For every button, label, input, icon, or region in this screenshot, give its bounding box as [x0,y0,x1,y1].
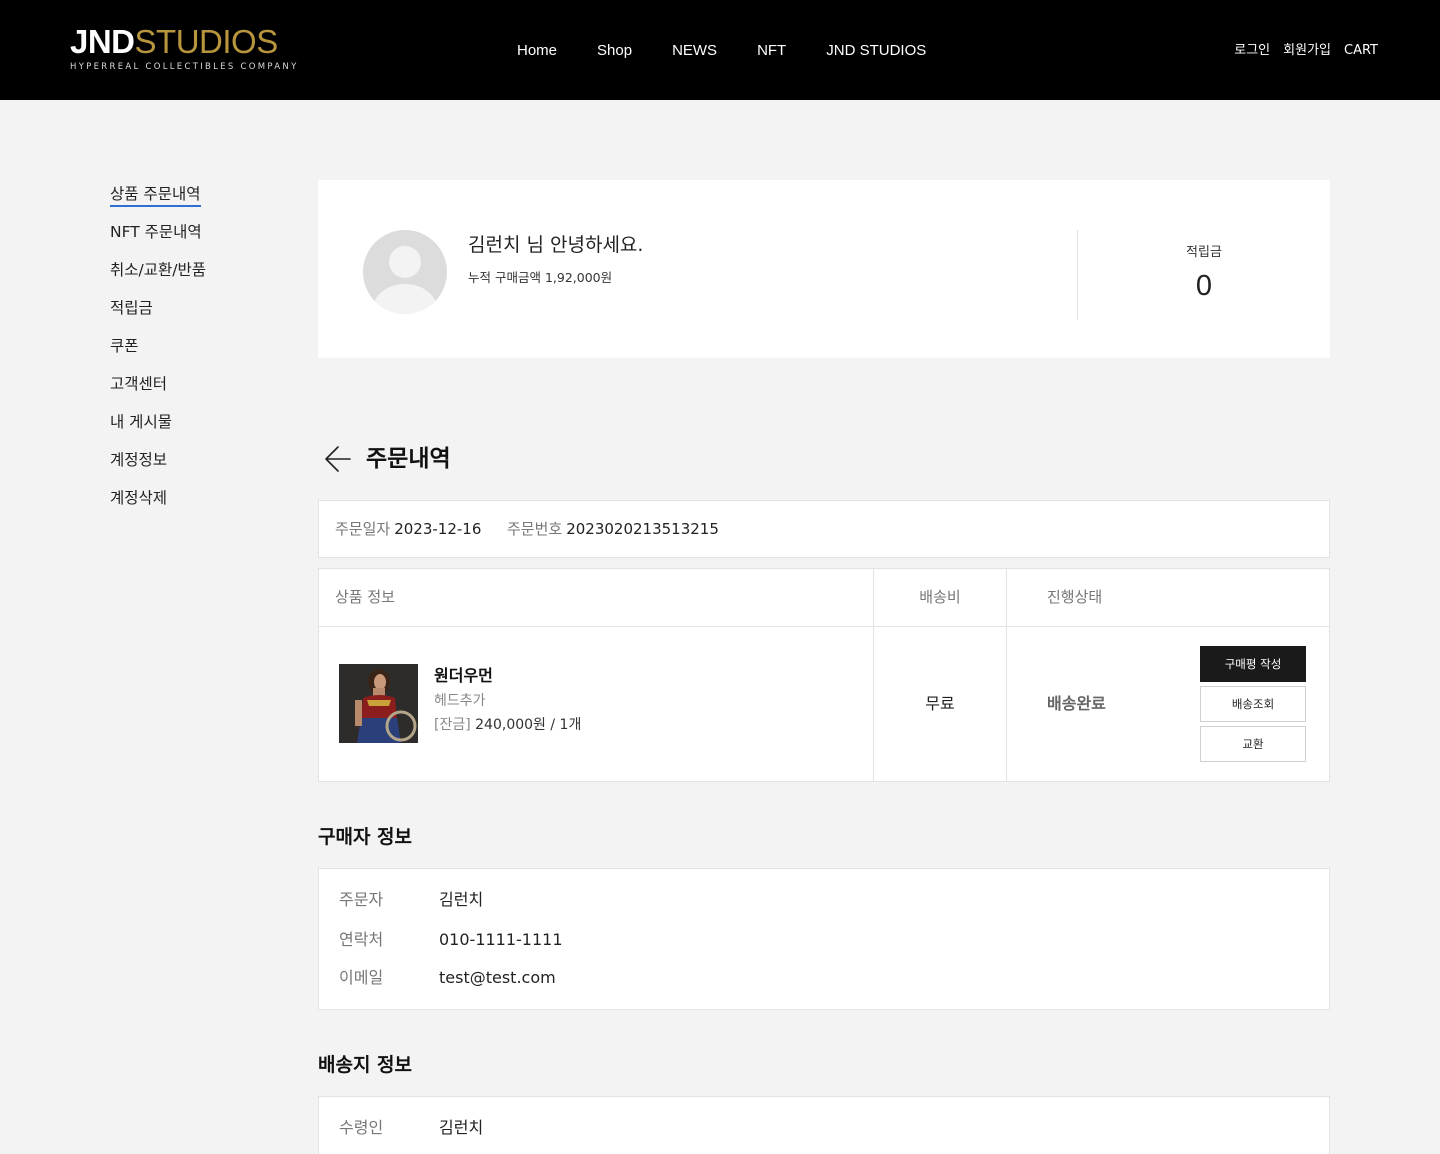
sidebar-item-label: 계정정보 [110,451,168,469]
sidebar-item-customer-center[interactable]: 고객센터 [110,372,206,410]
logo-jnd: JND [70,23,135,60]
shipping-value: 김런치 [439,1118,484,1137]
order-number-label: 주문번호 [507,520,563,538]
sidebar-item-label: 쿠폰 [110,337,139,355]
product-figure-image [339,664,418,743]
buyer-row-email: 이메일 test@test.com [339,966,556,990]
greeting-text: 김런치 님 안녕하세요. [468,234,644,256]
avatar-head [389,246,421,278]
order-items-table: 상품 정보 배송비 진행상태 원더우먼 헤드추가 [잔금] 240,000원 /… [318,568,1330,782]
column-header-product-info: 상품 정보 [335,588,395,606]
shipping-fee: 무료 [925,694,955,713]
main-nav: Home Shop NEWS NFT JND STUDIOS [517,41,966,61]
order-date-label: 주문일자 [335,520,391,538]
buyer-label: 연락처 [339,930,384,949]
page-title: 주문내역 [366,446,451,472]
column-header-status: 진행상태 [1047,588,1103,606]
write-review-button[interactable]: 구매평 작성 [1200,646,1306,682]
sidebar-item-points[interactable]: 적립금 [110,296,206,334]
product-name[interactable]: 원더우먼 [434,665,493,687]
order-number: 주문번호 2023020213513215 [507,518,719,540]
column-divider [1006,569,1007,781]
sidebar-item-nft-orders[interactable]: NFT 주문내역 [110,220,206,258]
avatar [363,230,447,314]
login-link[interactable]: 로그인 [1234,41,1270,61]
buyer-row-contact: 연락처 010-1111-1111 [339,928,563,952]
nav-jnd-studios[interactable]: JND STUDIOS [826,41,926,61]
buyer-value: 김런치 [439,890,484,909]
shipping-label: 수령인 [339,1118,384,1137]
buyer-row-orderer: 주문자 김런치 [339,888,483,912]
order-status: 배송완료 [1047,694,1106,713]
sidebar-item-label: 적립금 [110,299,153,317]
cumulative-purchase-value: 1,92,000원 [544,270,613,285]
sidebar-item-cancel-exchange-return[interactable]: 취소/교환/반품 [110,258,206,296]
buyer-value: 010-1111-1111 [439,930,563,949]
profile-card: 김런치 님 안녕하세요. 누적 구매금액 1,92,000원 적립금 0 [318,180,1330,358]
logo-studios: STUDIOS [134,23,279,60]
sidebar-item-label: 고객센터 [110,375,168,393]
buyer-label: 이메일 [339,968,384,987]
arrow-left-icon-svg [325,446,351,472]
cart-link[interactable]: CART [1344,41,1378,61]
order-date-value: 2023-12-16 [394,520,482,538]
buyer-info-title: 구매자 정보 [318,826,413,848]
column-header-shipping-fee: 배송비 [919,588,961,606]
column-divider [873,569,874,781]
table-header: 상품 정보 배송비 진행상태 [319,569,1329,627]
price-quantity: 240,000원 / 1개 [475,717,582,733]
sidebar-item-label: 상품 주문내역 [110,185,201,207]
nav-nft[interactable]: NFT [757,41,786,61]
logo-wordmark: JNDSTUDIOS [70,24,299,60]
sidebar-item-label: 내 게시물 [110,413,172,431]
nav-news[interactable]: NEWS [672,41,717,61]
nav-shop[interactable]: Shop [597,41,632,61]
order-meta-bar: 주문일자 2023-12-16 주문번호 2023020213513215 [318,500,1330,558]
signup-link[interactable]: 회원가입 [1283,41,1331,61]
sidebar-item-product-orders[interactable]: 상품 주문내역 [110,182,206,220]
shipping-info-box: 수령인 김런치 [318,1096,1330,1154]
arrow-left-icon[interactable] [322,443,354,475]
sidebar-item-delete-account[interactable]: 계정삭제 [110,486,206,524]
mypage-sidebar: 상품 주문내역 NFT 주문내역 취소/교환/반품 적립금 쿠폰 고객센터 내 … [110,182,206,524]
sidebar-item-account-info[interactable]: 계정정보 [110,448,206,486]
jnd-studios-logo[interactable]: JNDSTUDIOS HYPERREAL COLLECTIBLES COMPAN… [70,24,299,73]
buyer-value: test@test.com [439,968,556,987]
order-number-value: 2023020213513215 [566,520,719,538]
buyer-label: 주문자 [339,890,384,909]
points-value: 0 [1195,270,1213,302]
product-option: 헤드추가 [434,693,486,709]
site-header: JNDSTUDIOS HYPERREAL COLLECTIBLES COMPAN… [0,0,1440,100]
utility-nav: 로그인 회원가입 CART [1221,41,1378,61]
price-tag: [잔금] [434,717,471,733]
nav-home[interactable]: Home [517,41,557,61]
sidebar-item-my-posts[interactable]: 내 게시물 [110,410,206,448]
exchange-button[interactable]: 교환 [1200,726,1306,762]
buyer-info-box: 주문자 김런치 연락처 010-1111-1111 이메일 test@test.com [318,868,1330,1010]
avatar-body [373,284,437,314]
points-label: 적립금 [1186,245,1222,260]
cumulative-purchase: 누적 구매금액 1,92,000원 [468,269,612,287]
sidebar-item-coupons[interactable]: 쿠폰 [110,334,206,372]
shipping-row-recipient: 수령인 김런치 [339,1116,483,1140]
track-delivery-button[interactable]: 배송조회 [1200,686,1306,722]
product-thumbnail[interactable] [339,664,418,743]
cumulative-purchase-label: 누적 구매금액 [468,270,541,285]
sidebar-item-label: NFT 주문내역 [110,223,202,241]
sidebar-item-label: 취소/교환/반품 [110,261,207,279]
order-date: 주문일자 2023-12-16 [335,518,481,540]
shipping-info-title: 배송지 정보 [318,1054,413,1076]
product-price: [잔금] 240,000원 / 1개 [434,715,581,735]
sidebar-item-label: 계정삭제 [110,489,168,507]
logo-tagline: HYPERREAL COLLECTIBLES COMPANY [70,62,299,72]
